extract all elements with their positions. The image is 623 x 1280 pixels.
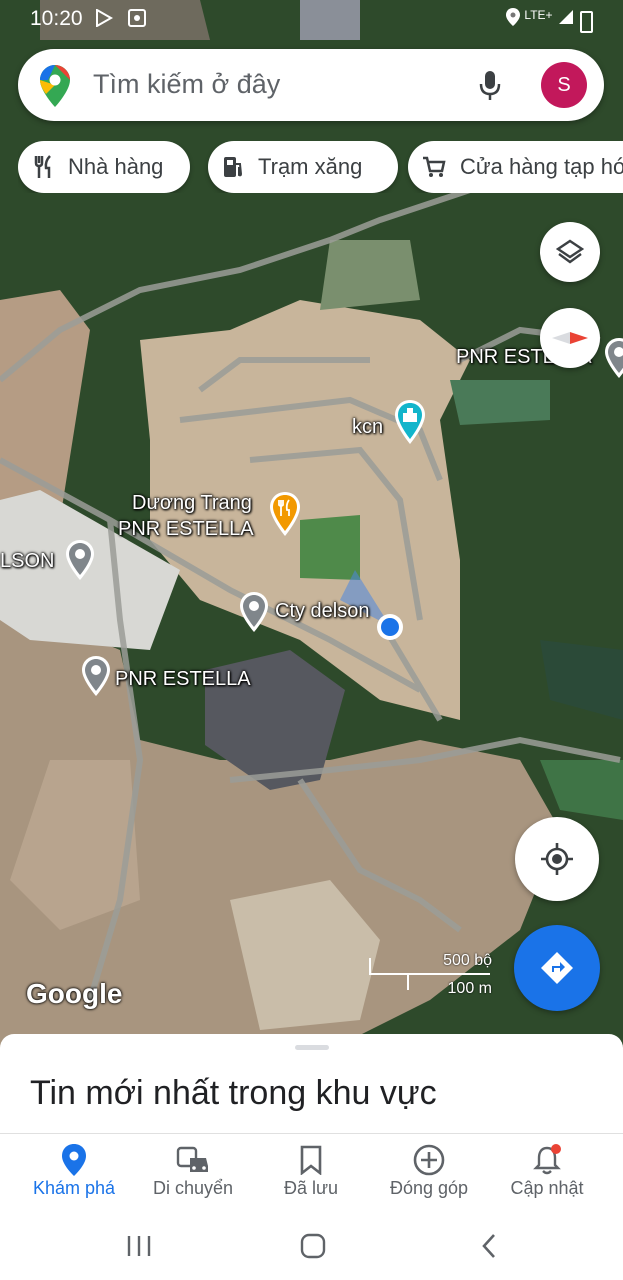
nav-label: Đóng góp <box>389 1178 469 1198</box>
play-store-icon <box>96 8 114 28</box>
layers-icon <box>556 239 584 264</box>
system-navigation-bar <box>0 1213 623 1280</box>
place-label-kcn[interactable]: kcn <box>352 416 383 439</box>
status-time: 10:20 <box>30 7 83 30</box>
recent-apps-icon[interactable] <box>126 1234 152 1258</box>
signal-status: LTE+ <box>505 8 575 31</box>
my-location-button[interactable] <box>515 817 599 901</box>
nav-saved[interactable]: Đã lưu <box>251 1142 371 1199</box>
add-circle-icon <box>369 1142 489 1178</box>
nav-explore[interactable]: Khám phá <box>14 1142 134 1199</box>
back-icon[interactable] <box>480 1233 498 1259</box>
place-label-delson-left[interactable]: LSON <box>0 550 54 573</box>
compass-button[interactable] <box>540 308 600 368</box>
place-label-duong-trang[interactable]: Dương Trang <box>132 492 252 515</box>
latest-news-sheet[interactable]: Tin mới nhất trong khu vực <box>0 1034 623 1134</box>
sheet-drag-handle[interactable] <box>295 1045 329 1050</box>
bookmark-icon <box>251 1142 371 1178</box>
place-label-pnr-estella-restaurant[interactable]: PNR ESTELLA <box>118 518 254 541</box>
directions-button[interactable] <box>514 925 600 1011</box>
commute-icon <box>133 1142 253 1178</box>
network-type: LTE+ <box>524 8 553 22</box>
nav-label: Đã lưu <box>283 1178 339 1198</box>
search-input[interactable]: Tìm kiếm ở đây <box>93 69 280 100</box>
directions-icon <box>541 952 573 984</box>
home-icon[interactable] <box>300 1233 326 1259</box>
sheet-title: Tin mới nhất trong khu vực <box>30 1074 437 1112</box>
chip-gas-stations[interactable]: Trạm xăng <box>208 141 398 193</box>
place-label-cty-delson[interactable]: Cty delson <box>275 600 370 623</box>
nav-label: Cập nhật <box>510 1178 584 1198</box>
my-location-icon <box>541 843 573 875</box>
compass-icon <box>552 332 588 344</box>
nav-contribute[interactable]: Đóng góp <box>369 1142 489 1199</box>
status-bar: 10:20 LTE+ <box>0 0 623 40</box>
bell-icon <box>487 1142 607 1178</box>
nav-updates[interactable]: Cập nhật <box>487 1142 607 1199</box>
bottom-navigation: Khám phá Di chuyển Đã lưu Đóng góp Cập n… <box>0 1133 623 1214</box>
layers-button[interactable] <box>540 222 600 282</box>
chip-restaurants[interactable]: Nhà hàng <box>18 141 190 193</box>
restaurant-icon <box>32 155 54 179</box>
notification-icons <box>95 8 146 32</box>
gallery-icon <box>127 9 146 27</box>
cart-icon <box>422 155 446 179</box>
account-avatar[interactable]: S <box>541 62 587 108</box>
scale-bar: 500 bộ 100 m <box>368 950 492 1000</box>
location-status-icon <box>505 8 520 26</box>
chip-grocery[interactable]: Cửa hàng tạp hóa <box>408 141 623 193</box>
google-logo: Google <box>26 978 123 1009</box>
battery-icon <box>580 11 593 33</box>
scale-feet-label: 500 bộ <box>443 952 492 969</box>
explore-pin-icon <box>14 1142 134 1178</box>
signal-icon <box>559 10 573 24</box>
nav-commute[interactable]: Di chuyển <box>133 1142 253 1199</box>
google-maps-logo-icon <box>40 65 70 112</box>
chip-label: Nhà hàng <box>68 154 164 179</box>
place-label-pnr-estella-bottom[interactable]: PNR ESTELLA <box>115 668 251 691</box>
scale-meter-label: 100 m <box>447 980 492 997</box>
nav-label: Khám phá <box>32 1178 116 1198</box>
chip-label: Trạm xăng <box>258 154 363 179</box>
microphone-icon[interactable] <box>478 69 502 106</box>
category-chips: Nhà hàng Trạm xăng Cửa hàng tạp hóa <box>18 141 623 193</box>
search-bar[interactable]: Tìm kiếm ở đây S <box>18 49 604 121</box>
chip-label: Cửa hàng tạp hóa <box>460 154 623 179</box>
gas-station-icon <box>222 155 244 179</box>
nav-label: Di chuyển <box>152 1178 234 1198</box>
